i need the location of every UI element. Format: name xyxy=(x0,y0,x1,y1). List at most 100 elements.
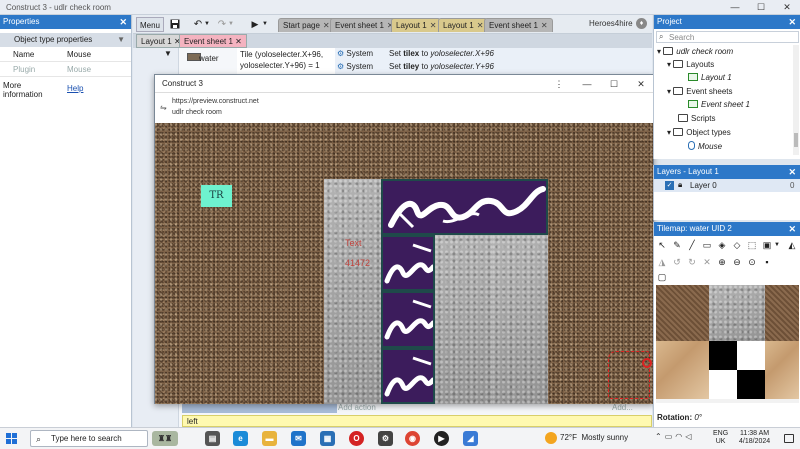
expression-input[interactable]: left xyxy=(182,415,652,427)
tile-stone[interactable] xyxy=(709,285,765,341)
undo-dropdown-icon[interactable]: ▼ xyxy=(203,17,211,32)
erase-tool-icon[interactable]: ◇ xyxy=(730,238,744,252)
play-dropdown-icon[interactable]: ▼ xyxy=(261,17,269,32)
media-player-icon[interactable]: ▶ xyxy=(434,431,449,446)
site-settings-icon[interactable]: ⇋ xyxy=(160,103,167,112)
action-row-1[interactable]: ⚙ System xyxy=(337,48,373,60)
task-view-icon[interactable]: ▤ xyxy=(205,431,220,446)
user-name[interactable]: Heroes4hire xyxy=(589,19,633,28)
tree-item-event-sheet-1[interactable]: Event sheet 1 xyxy=(688,99,750,111)
action-text-1[interactable]: Set tilex to yoloselecter.X+96 xyxy=(389,48,494,60)
menu-button[interactable]: Menu xyxy=(136,17,164,32)
game-canvas[interactable]: TR Text 41472 xyxy=(155,123,653,404)
fill-tool-icon[interactable]: ◈ xyxy=(715,238,729,252)
chevron-down-icon[interactable]: ▼ xyxy=(770,238,784,252)
project-search-input[interactable]: Search xyxy=(656,31,799,43)
redo-dropdown-icon[interactable]: ▼ xyxy=(227,17,235,32)
clock[interactable]: 11:38 AM 4/18/2024 xyxy=(739,430,770,446)
tab-layout-1-b[interactable]: Layout 1 ✕ xyxy=(438,18,489,32)
close-tab-icon[interactable]: ✕ xyxy=(541,21,548,30)
edge-icon[interactable]: e xyxy=(233,431,248,446)
opera-icon[interactable]: O xyxy=(349,431,364,446)
select-tool-icon[interactable]: ⬚ xyxy=(745,238,759,252)
system-tray[interactable]: ⌃▭◠◁ xyxy=(655,432,694,441)
add-action-link[interactable]: Add action xyxy=(338,403,376,412)
tab-event-sheet-1-b[interactable]: Event sheet 1 ✕ xyxy=(484,18,553,32)
layer-row[interactable]: ✓ 🔒︎ Layer 0 0 xyxy=(654,179,800,192)
save-icon[interactable] xyxy=(168,17,182,32)
action-row-2[interactable]: ⚙ System xyxy=(337,61,373,73)
chevron-down-icon[interactable]: ▾ xyxy=(657,47,661,56)
weather-sun-icon[interactable] xyxy=(545,432,557,444)
close-project-icon[interactable]: ✕ xyxy=(788,15,796,29)
tree-item-root[interactable]: ▾ udlr check room xyxy=(657,46,733,58)
doc-tab-event-sheet-1[interactable]: Event sheet 1 ✕ xyxy=(179,34,247,48)
rotate-cw-icon[interactable]: ↻ xyxy=(685,255,699,269)
line-tool-icon[interactable]: ╱ xyxy=(685,238,699,252)
notification-icon[interactable] xyxy=(784,434,794,443)
settings-icon[interactable]: ⚙ xyxy=(378,431,393,446)
tree-item-event-sheets[interactable]: ▾ Event sheets xyxy=(667,86,733,98)
close-tab-icon[interactable]: ✕ xyxy=(235,37,242,46)
close-tilemap-icon[interactable]: ✕ xyxy=(788,222,796,236)
tab-start-page[interactable]: Start page ✕ xyxy=(278,18,335,32)
close-properties-icon[interactable]: ✕ xyxy=(119,15,127,29)
close-tab-icon[interactable]: ✕ xyxy=(323,21,330,30)
condition-object[interactable]: water xyxy=(199,53,219,65)
collapse-icon[interactable]: ▼ xyxy=(117,33,125,47)
close-tab-icon[interactable]: ✕ xyxy=(430,21,437,30)
close-tab-icon[interactable]: ✕ xyxy=(477,21,484,30)
event-selection-bar[interactable] xyxy=(182,403,337,413)
chevron-down-icon[interactable]: ▾ xyxy=(667,87,671,96)
avatar[interactable]: ♦ xyxy=(636,18,647,29)
chevron-down-icon[interactable]: ▾ xyxy=(667,60,671,69)
tab-layout-1[interactable]: Layout 1 ✕ xyxy=(391,18,442,32)
preview-minimize-button[interactable]: — xyxy=(579,77,595,91)
save-icon[interactable]: ▪ xyxy=(760,255,774,269)
help-link[interactable]: Help xyxy=(67,84,83,93)
object-type-section[interactable]: Object type properties ▼ xyxy=(0,33,131,47)
zoom-out-icon[interactable]: ⊖ xyxy=(730,255,744,269)
tree-item-layout-1[interactable]: Layout 1 xyxy=(688,72,732,84)
maximize-button[interactable]: ☐ xyxy=(748,0,774,15)
rotate-ccw-icon[interactable]: ↺ xyxy=(670,255,684,269)
preview-close-button[interactable]: ✕ xyxy=(633,77,649,91)
layer-visible-checkbox[interactable]: ✓ xyxy=(665,181,674,190)
tile-dirt[interactable] xyxy=(765,285,799,341)
flip-icon[interactable]: ◮ xyxy=(655,255,669,269)
scroll-thumb[interactable] xyxy=(794,133,798,147)
reset-icon[interactable]: ✕ xyxy=(700,255,714,269)
chevron-down-icon[interactable]: ▾ xyxy=(667,128,671,137)
lock-icon[interactable]: 🔒︎ xyxy=(678,180,682,190)
play-icon[interactable]: ▶ xyxy=(249,17,261,32)
property-row-name[interactable]: Name Mouse xyxy=(0,47,131,62)
pencil-tool-icon[interactable]: ✎ xyxy=(670,238,684,252)
property-value[interactable]: Mouse xyxy=(67,47,91,62)
tab-event-sheet-1[interactable]: Event sheet 1✕ xyxy=(330,18,399,32)
more-options-icon[interactable]: ⋮ xyxy=(551,77,567,91)
tree-item-layouts[interactable]: ▾ Layouts xyxy=(667,59,714,71)
file-explorer-icon[interactable]: ▬ xyxy=(262,431,277,446)
volume-icon[interactable]: ◁ xyxy=(685,432,694,441)
network-icon[interactable]: ▭ xyxy=(665,432,676,441)
rectangle-tool-icon[interactable]: ▭ xyxy=(700,238,714,252)
event-collapse-icon[interactable]: ▼ xyxy=(164,48,172,60)
tile-dirt[interactable] xyxy=(656,285,709,341)
mirror-icon[interactable]: ◭ xyxy=(785,238,799,252)
tree-item-scripts[interactable]: Scripts xyxy=(678,113,715,125)
tile-sand[interactable] xyxy=(765,341,799,399)
chevron-up-icon[interactable]: ⌃ xyxy=(655,432,665,441)
close-layers-icon[interactable]: ✕ xyxy=(788,165,796,179)
tile-sand[interactable] xyxy=(656,341,709,399)
tree-item-object-types[interactable]: ▾ Object types xyxy=(667,127,731,139)
taskbar-search-input[interactable]: ⌕ Type here to search xyxy=(30,430,148,447)
preview-maximize-button[interactable]: ☐ xyxy=(606,77,622,91)
app-icon[interactable]: ◢ xyxy=(463,431,478,446)
folder-icon[interactable]: ▢ xyxy=(655,270,669,284)
tree-item-mouse[interactable]: Mouse xyxy=(688,141,722,153)
language-indicator[interactable]: ENG UK xyxy=(713,430,728,446)
weather-widget[interactable]: 72°F Mostly sunny xyxy=(560,433,628,442)
pointer-tool-icon[interactable]: ↖ xyxy=(655,238,669,252)
game-castle-icon[interactable]: ♜♜ xyxy=(152,431,178,446)
wifi-icon[interactable]: ◠ xyxy=(675,432,685,441)
